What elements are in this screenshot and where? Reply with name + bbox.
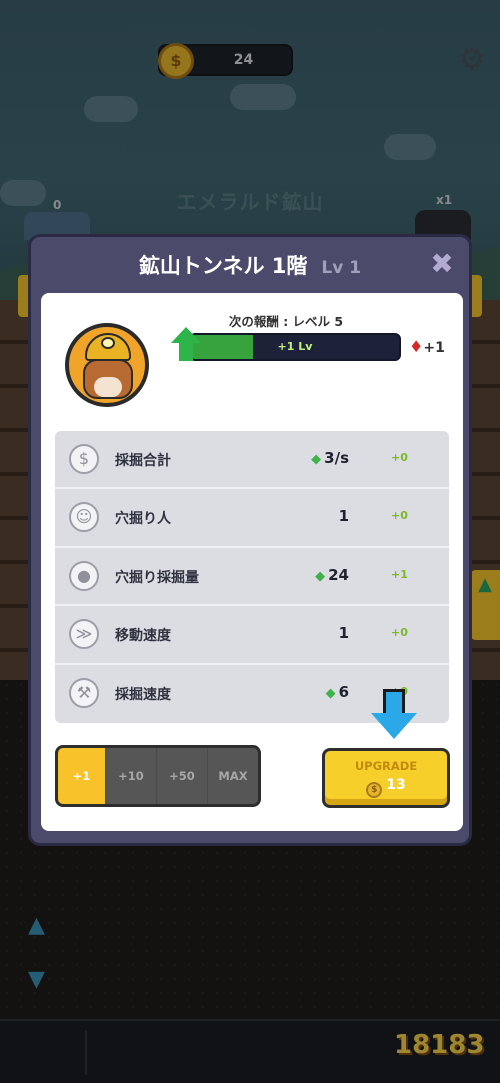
multiplier-option[interactable]: MAX bbox=[208, 748, 258, 804]
stats-table: $ 採掘合計 ◆ 3/s +0 ☺ 穴掘り人 1 +0 ● 穴掘り採掘量 ◆ 24 +1 ≫ 移動速度 1 +0 ⚒… bbox=[55, 431, 449, 723]
stat-value: ◆ 24 bbox=[315, 566, 349, 584]
stat-delta: +0 bbox=[391, 626, 408, 640]
close-button[interactable]: ✖ bbox=[427, 249, 457, 279]
ruby-icon: ♦ bbox=[409, 337, 424, 356]
stat-value: 1 bbox=[339, 507, 349, 525]
stat-delta: +1 bbox=[391, 567, 408, 581]
emerald-icon: ◆ bbox=[311, 452, 322, 467]
next-reward-text: 次の報酬 : レベル 5 bbox=[228, 314, 344, 329]
stat-value: ◆ 6 bbox=[326, 683, 349, 701]
multiplier-option[interactable]: +10 bbox=[106, 748, 157, 804]
stat-row: ● 穴掘り採掘量 ◆ 24 +1 bbox=[55, 548, 449, 607]
stat-delta: +0 bbox=[391, 451, 408, 464]
lamp-icon bbox=[101, 337, 115, 349]
pickaxe-icon: ⚒ bbox=[69, 677, 99, 708]
stat-label: 穴掘り採掘量 bbox=[115, 569, 199, 586]
tunnel-name: 鉱山トンネル 1階 bbox=[138, 254, 308, 278]
stat-value-text: 24 bbox=[328, 565, 349, 584]
emerald-icon: ◆ bbox=[325, 685, 336, 701]
upgrade-modal: 鉱山トンネル 1階 Lv 1 ✖ 次の報酬 : レベル 5 +1 Lv ♦+1 $… bbox=[28, 234, 472, 846]
level-up-arrow-icon bbox=[171, 327, 201, 343]
progress-label: +1 Lv bbox=[277, 340, 313, 353]
gem-reward: ♦+1 bbox=[409, 337, 445, 356]
stat-value-text: 1 bbox=[338, 507, 349, 526]
multiplier-option[interactable]: +1 bbox=[58, 748, 106, 804]
stat-value: ◆ 3/s bbox=[311, 449, 349, 467]
level-progress-bar: +1 Lv bbox=[189, 333, 401, 361]
avatar-muzzle bbox=[94, 377, 122, 397]
stat-value: 1 bbox=[339, 624, 349, 642]
modal-panel: 次の報酬 : レベル 5 +1 Lv ♦+1 $ 採掘合計 ◆ 3/s +0 ☺ 穴掘り人 1… bbox=[41, 293, 463, 831]
stat-label: 採掘速度 bbox=[115, 686, 171, 703]
tutorial-arrow-head bbox=[371, 713, 417, 739]
stat-label: 移動速度 bbox=[115, 628, 171, 645]
ore-icon: ● bbox=[69, 560, 99, 591]
stat-delta: +0 bbox=[391, 509, 408, 523]
boot-icon: ≫ bbox=[69, 619, 99, 650]
upgrade-button[interactable]: UPGRADE $13 bbox=[322, 748, 450, 808]
stat-label: 穴掘り人 bbox=[115, 511, 171, 528]
stat-label: 採掘合計 bbox=[115, 453, 171, 469]
miner-icon: ☺ bbox=[69, 502, 99, 533]
miner-avatar bbox=[65, 323, 149, 407]
level-up-arrow-stem bbox=[179, 343, 193, 361]
multiplier-selector: +1 +10 +50 MAX bbox=[55, 745, 261, 807]
stat-row: $ 採掘合計 ◆ 3/s +0 bbox=[55, 431, 449, 490]
emerald-icon: ◆ bbox=[315, 568, 326, 584]
tutorial-arrow-stem bbox=[383, 689, 405, 715]
stat-value-text: 1 bbox=[338, 624, 349, 643]
modal-title: 鉱山トンネル 1階 Lv 1 bbox=[31, 250, 469, 280]
coin-icon: $ bbox=[366, 782, 383, 798]
upgrade-label: UPGRADE bbox=[354, 759, 418, 773]
coin-icon: $ bbox=[69, 444, 99, 474]
upgrade-cost: $13 bbox=[325, 777, 447, 798]
tutorial-arrow-icon bbox=[371, 689, 417, 743]
stat-value-text: 3/s bbox=[324, 449, 349, 467]
multiplier-option[interactable]: +50 bbox=[157, 748, 208, 804]
stat-value-text: 6 bbox=[338, 682, 349, 701]
gem-reward-amount: +1 bbox=[423, 340, 445, 356]
level-label: Lv 1 bbox=[321, 258, 362, 278]
upgrade-cost-amount: 13 bbox=[386, 777, 406, 793]
stat-row: ≫ 移動速度 1 +0 bbox=[55, 606, 449, 665]
stat-row: ☺ 穴掘り人 1 +0 bbox=[55, 489, 449, 548]
